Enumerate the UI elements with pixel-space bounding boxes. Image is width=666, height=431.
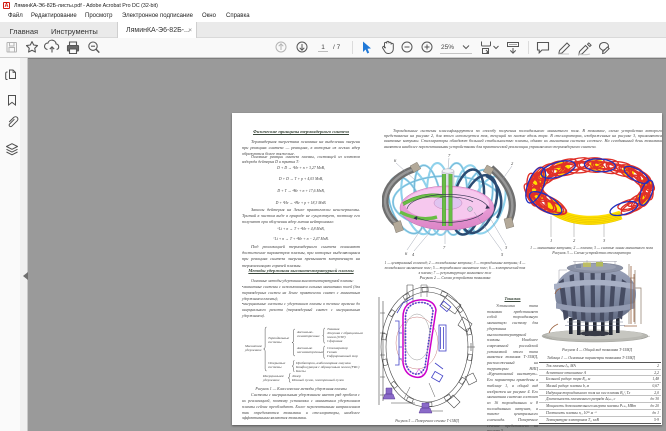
- svg-text:несимметричные: несимметричные: [297, 350, 323, 354]
- svg-text:7: 7: [448, 153, 451, 158]
- svg-text:3: 3: [603, 238, 606, 243]
- svg-text:симметричные: симметричные: [297, 334, 320, 338]
- svg-text:6: 6: [394, 158, 397, 163]
- svg-text:7: 7: [443, 245, 446, 250]
- svg-text:4: 4: [412, 252, 415, 257]
- svg-text:системы: системы: [268, 340, 282, 344]
- svg-text:6: 6: [405, 251, 408, 256]
- svg-text:Сферомак: Сферомак: [327, 339, 343, 343]
- svg-text:2: 2: [511, 161, 514, 166]
- svg-text:2: 2: [573, 238, 576, 243]
- svg-text:5: 5: [501, 252, 504, 257]
- svg-text:3: 3: [505, 245, 508, 250]
- svg-text:Гофрированный тор: Гофрированный тор: [326, 353, 358, 358]
- svg-text:Ионный пучок, электронный пучо: Ионный пучок, электронный пучок: [291, 377, 344, 383]
- svg-text:удержание: удержание: [262, 378, 280, 382]
- svg-text:Каспы: Каспы: [295, 369, 306, 373]
- svg-text:1: 1: [550, 238, 552, 243]
- svg-text:системы: системы: [268, 365, 282, 369]
- svg-text:удержание: удержание: [244, 348, 262, 352]
